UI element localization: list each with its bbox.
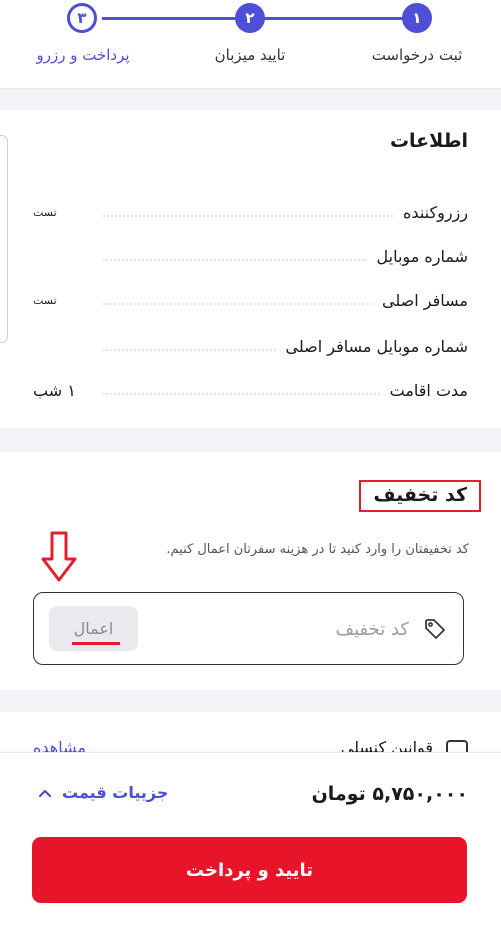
step-3-label: پرداخت و رزرو [36, 46, 130, 64]
dotted-leader [103, 393, 380, 395]
dotted-leader [103, 259, 367, 261]
apply-highlight-underline [72, 642, 120, 645]
step-3-number: ۳ [77, 9, 87, 27]
discount-title: کد تخفیف [359, 480, 481, 512]
dotted-leader [103, 303, 373, 305]
price-details-toggle[interactable]: جزییات قیمت [38, 783, 168, 802]
info-title: اطلاعات [389, 130, 468, 152]
step-1-number: ۱ [412, 9, 422, 27]
arrow-down-icon [41, 531, 77, 582]
info-label: شماره موبایل مسافر اصلی [285, 336, 469, 356]
discount-code-input[interactable] [179, 611, 409, 647]
step-1-circle: ۱ [402, 3, 432, 33]
step-connector [264, 17, 404, 20]
info-label: شماره موبایل [376, 246, 468, 266]
info-value: تست [33, 205, 57, 219]
checkout-footer: ۵,۷۵۰,۰۰۰ تومان جزییات قیمت تایید و پردا… [0, 752, 501, 941]
step-2-label: تایید میزبان [214, 46, 286, 64]
step-1-label: ثبت درخواست [371, 46, 463, 64]
dotted-leader [103, 349, 276, 351]
total-price: ۵,۷۵۰,۰۰۰ تومان [311, 783, 468, 805]
step-3-circle: ۳ [67, 3, 97, 33]
info-row-main-guest-mobile: شماره موبایل مسافر اصلی [33, 331, 468, 361]
side-panel-edge [0, 135, 8, 343]
dotted-leader [103, 215, 394, 217]
progress-stepper: ۱ ۲ ۳ ثبت درخواست تایید میزبان پرداخت و … [0, 0, 501, 89]
info-value: ۱ شب [33, 380, 76, 400]
discount-help-text: کد تخفیفتان را وارد کنید تا در هزینه سفر… [166, 542, 469, 557]
info-row-mobile: شماره موبایل [33, 241, 468, 271]
step-2-number: ۲ [245, 9, 255, 27]
info-row-stay-duration: مدت اقامت ۱ شب [33, 375, 468, 405]
chevron-up-icon [38, 789, 52, 797]
info-label: مدت اقامت [389, 380, 468, 400]
discount-card: کد تخفیف کد تخفیفتان را وارد کنید تا در … [0, 452, 501, 690]
confirm-and-pay-button[interactable]: تایید و پرداخت [32, 837, 467, 903]
info-row-booker: رزروکننده تست [33, 197, 468, 227]
price-details-label: جزییات قیمت [62, 783, 169, 802]
discount-input-field: اعمال [33, 592, 464, 665]
info-row-main-guest: مسافر اصلی تست [33, 285, 468, 315]
info-card: اطلاعات رزروکننده تست شماره موبایل مسافر… [0, 110, 501, 428]
tag-icon [425, 619, 445, 639]
info-label: رزروکننده [403, 202, 468, 222]
info-value: تست [33, 293, 57, 307]
info-label: مسافر اصلی [382, 290, 468, 310]
step-2-circle: ۲ [235, 3, 265, 33]
step-connector [102, 17, 241, 20]
